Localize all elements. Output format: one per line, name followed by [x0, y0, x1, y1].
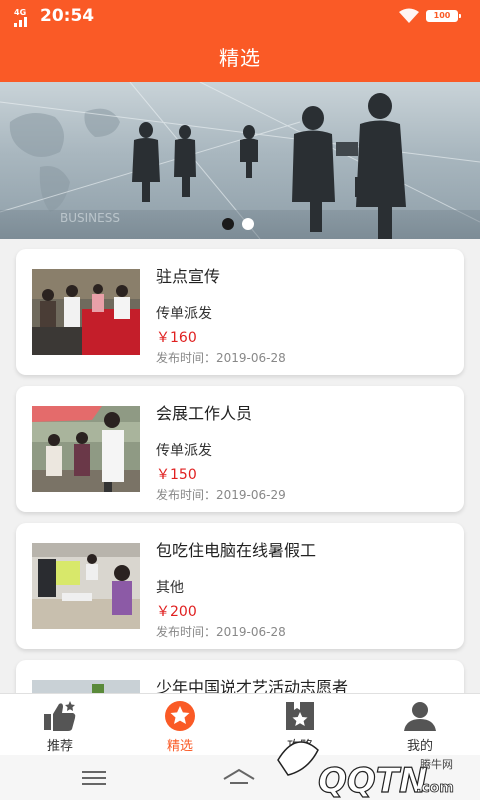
job-thumbnail	[32, 406, 140, 492]
svg-text:BUSINESS: BUSINESS	[60, 211, 120, 225]
svg-text:QQTN: QQTN	[318, 761, 427, 800]
network-indicator: 4G	[14, 9, 28, 29]
job-category: 传单派发	[156, 306, 212, 322]
banner-image: BUSINESS	[0, 82, 480, 239]
job-list[interactable]: 驻点宣传 传单派发 ￥160 发布时间：2019-06-28 会展工作人员 传单…	[0, 239, 480, 693]
job-card[interactable]: 少年中国说才艺活动志愿者	[16, 660, 464, 693]
person-icon	[404, 702, 436, 731]
tab-label: 推荐	[46, 739, 73, 754]
job-date: 发布时间：2019-06-29	[156, 488, 286, 502]
job-price: ￥160	[156, 330, 197, 346]
job-title: 包吃住电脑在线暑假工	[156, 541, 317, 560]
job-thumbnail	[32, 680, 140, 693]
job-price: ￥150	[156, 467, 197, 483]
star-circle-icon	[165, 701, 195, 731]
job-card[interactable]: 会展工作人员 传单派发 ￥150 发布时间：2019-06-29	[16, 386, 464, 512]
job-category: 传单派发	[156, 443, 212, 459]
watermark-text: 腾牛网	[420, 758, 453, 771]
job-category: 其他	[156, 580, 184, 596]
battery-icon: 100	[426, 10, 461, 22]
clock: 20:54	[40, 6, 95, 26]
job-date: 发布时间：2019-06-28	[156, 351, 286, 365]
home-icon[interactable]	[222, 767, 256, 787]
bookmark-star-icon	[286, 702, 314, 730]
svg-text:.com: .com	[416, 780, 454, 796]
tab-featured[interactable]: 精选	[120, 694, 240, 756]
menu-icon[interactable]	[82, 770, 106, 786]
wifi-icon	[399, 8, 419, 23]
thumbs-up-icon	[44, 701, 76, 731]
tab-recommend[interactable]: 推荐	[0, 694, 120, 756]
job-price: ￥200	[156, 604, 197, 620]
job-card[interactable]: 驻点宣传 传单派发 ￥160 发布时间：2019-06-28	[16, 249, 464, 375]
job-title: 驻点宣传	[156, 267, 221, 286]
banner-carousel[interactable]: BUSINESS	[0, 82, 480, 239]
carousel-dot-active[interactable]	[222, 218, 234, 230]
job-date: 发布时间：2019-06-28	[156, 625, 286, 639]
job-thumbnail	[32, 269, 140, 355]
job-card[interactable]: 包吃住电脑在线暑假工 其他 ￥200 发布时间：2019-06-28	[16, 523, 464, 649]
page-title: 精选	[0, 34, 480, 82]
job-title: 少年中国说才艺活动志愿者	[156, 678, 349, 693]
status-bar: 4G 20:54 100	[0, 0, 480, 34]
job-title: 会展工作人员	[156, 404, 253, 423]
job-thumbnail	[32, 543, 140, 629]
tab-label: 精选	[166, 739, 193, 754]
carousel-dot[interactable]	[242, 218, 254, 230]
